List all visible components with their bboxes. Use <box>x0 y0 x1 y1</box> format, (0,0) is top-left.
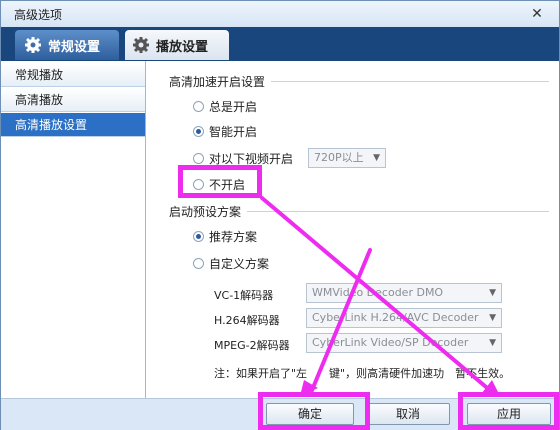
sidebar-item-hd-playback[interactable]: 高清播放 <box>1 88 145 112</box>
vc1-label: VC-1解码器 <box>214 289 274 302</box>
settings-dialog: 高级选项 ✕ 常规设置 播放设置 常规播放 高清播放 高清播放设置 高清加速开启… <box>0 0 560 430</box>
ok-button[interactable]: 确定 <box>266 403 354 425</box>
radio-label: 总是开启 <box>209 99 258 114</box>
hd-accel-heading: 高清加速开启设置 <box>169 75 266 89</box>
divider <box>247 211 549 212</box>
cancel-button[interactable]: 取消 <box>366 403 450 425</box>
mpeg2-decoder-select[interactable]: CyberLink Video/SP Decoder ▼ <box>306 333 502 353</box>
resolution-select[interactable]: 720P以上 ▼ <box>308 148 386 168</box>
sidebar-item-hd-playback-settings[interactable]: 高清播放设置 <box>1 113 145 137</box>
vc1-decoder-select[interactable]: WMVideo Decoder DMO ▼ <box>306 283 502 303</box>
close-icon[interactable]: ✕ <box>526 5 548 23</box>
radio-smart-on[interactable]: 智能开启 <box>193 122 257 140</box>
h264-decoder-value: CyberLink H.264/AVC Decoder <box>312 311 479 324</box>
radio-off[interactable]: 不开启 <box>193 175 245 193</box>
radio-recommended[interactable]: 推荐方案 <box>193 227 257 245</box>
radio-button-icon <box>193 100 204 112</box>
tab-bar: 常规设置 播放设置 <box>1 27 559 61</box>
resolution-value: 720P以上 <box>314 151 364 164</box>
gear-icon <box>131 35 151 55</box>
settings-panel: 高清加速开启设置 总是开启 智能开启 对以下视频开启 720P以上 ▼ 不开启 … <box>146 61 559 398</box>
sidebar-item-general-playback[interactable]: 常规播放 <box>1 63 145 87</box>
tab-label: 播放设置 <box>156 39 209 55</box>
mpeg2-decoder-value: CyberLink Video/SP Decoder <box>312 336 469 349</box>
title-bar: 高级选项 ✕ <box>1 1 559 27</box>
divider <box>271 81 549 82</box>
radio-label: 不开启 <box>209 177 246 192</box>
radio-button-icon <box>193 178 204 190</box>
mpeg2-label: MPEG-2解码器 <box>214 339 290 352</box>
radio-button-checked-icon <box>193 125 204 137</box>
chevron-down-icon: ▼ <box>489 313 496 323</box>
tab-general-settings[interactable]: 常规设置 <box>15 30 119 60</box>
radio-button-icon <box>193 152 204 164</box>
chevron-down-icon: ▼ <box>489 288 496 298</box>
apply-button[interactable]: 应用 <box>467 403 551 425</box>
preset-heading: 启动预设方案 <box>169 205 242 219</box>
window-title: 高级选项 <box>14 8 63 22</box>
radio-always-on[interactable]: 总是开启 <box>193 97 257 115</box>
chevron-down-icon: ▼ <box>489 338 496 348</box>
h264-decoder-select[interactable]: CyberLink H.264/AVC Decoder ▼ <box>306 308 502 328</box>
radio-label: 智能开启 <box>209 124 258 139</box>
tab-playback-settings[interactable]: 播放设置 <box>125 30 229 60</box>
radio-label: 推荐方案 <box>209 229 258 244</box>
radio-label: 对以下视频开启 <box>209 151 294 166</box>
gear-icon <box>23 35 43 55</box>
radio-button-icon <box>193 257 204 269</box>
tab-label: 常规设置 <box>48 39 101 55</box>
chevron-down-icon: ▼ <box>373 153 380 163</box>
vc1-decoder-value: WMVideo Decoder DMO <box>312 286 444 299</box>
note-text: 注：如果开启了"左 键"，则高清硬件加速功 暂不生效。 <box>214 367 511 380</box>
sidebar: 常规播放 高清播放 高清播放设置 <box>1 61 146 398</box>
button-bar: 确定 取消 应用 <box>1 398 559 430</box>
radio-specific-videos[interactable]: 对以下视频开启 <box>193 149 293 167</box>
h264-label: H.264解码器 <box>214 314 280 327</box>
radio-custom[interactable]: 自定义方案 <box>193 254 269 272</box>
radio-label: 自定义方案 <box>209 256 270 271</box>
radio-button-checked-icon <box>193 230 204 242</box>
